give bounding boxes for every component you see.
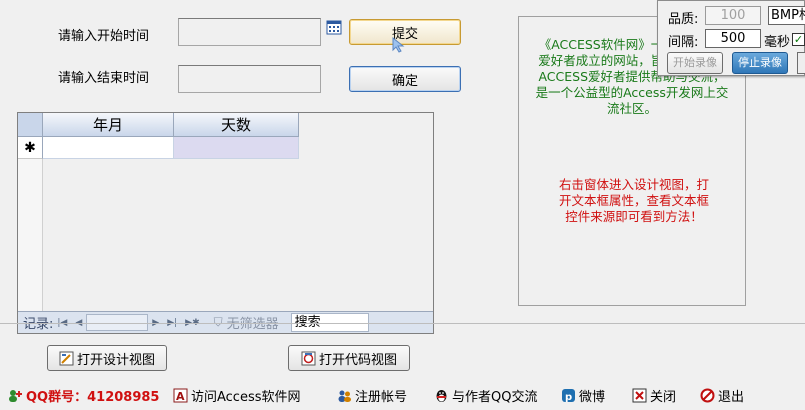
extra-button[interactable] xyxy=(797,52,805,74)
new-row-days-cell[interactable] xyxy=(174,137,299,159)
interval-input[interactable]: 500 xyxy=(705,29,761,48)
confirm-button[interactable]: 确定 xyxy=(349,66,461,92)
info-hint-text: 右击窗体进入设计视图，打开文本框属性，查看文本框控件来源即可看到方法！ xyxy=(559,177,710,224)
open-code-view-button[interactable]: 打开代码视图 xyxy=(288,345,410,371)
open-design-view-button[interactable]: 打开设计视图 xyxy=(47,345,167,371)
datasheet-subform[interactable]: 年月 天数 ✱ 记录: |◀ ◀ ▶ ▶| ▶✱ ⛉ 无筛选器 搜索 xyxy=(17,112,434,334)
close-link[interactable]: 关闭 xyxy=(632,386,676,405)
qq-group-icon xyxy=(8,388,23,403)
mouse-cursor-icon xyxy=(392,36,406,53)
svg-text:A: A xyxy=(176,390,185,403)
column-header-days[interactable]: 天数 xyxy=(174,113,299,137)
weibo-link[interactable]: p 微博 xyxy=(561,386,605,405)
select-all-corner[interactable] xyxy=(18,113,43,137)
exit-icon xyxy=(700,388,715,403)
qq-penguin-icon xyxy=(434,388,449,403)
close-icon xyxy=(632,388,647,403)
svg-text:p: p xyxy=(565,392,572,403)
access-app-icon: A xyxy=(173,388,188,403)
unit-label: 毫秒 xyxy=(764,35,790,50)
stop-recording-button[interactable]: 停止录像 xyxy=(732,52,788,74)
design-view-icon xyxy=(59,351,74,366)
register-link[interactable]: 注册帐号 xyxy=(337,386,407,405)
start-time-input[interactable] xyxy=(178,18,321,46)
quality-input[interactable]: 100 xyxy=(705,6,761,25)
code-view-icon xyxy=(301,351,316,366)
new-record-selector[interactable]: ✱ xyxy=(18,137,43,159)
capture-checkbox[interactable]: ✓ xyxy=(792,32,805,47)
qq-group-link[interactable]: QQ群号：41208985 xyxy=(8,386,159,405)
record-navigation-bar: 记录: |◀ ◀ ▶ ▶| ▶✱ ⛉ 无筛选器 搜索 xyxy=(18,311,433,333)
qq-author-link[interactable]: 与作者QQ交流 xyxy=(434,386,537,405)
start-recording-button[interactable]: 开始录像 xyxy=(667,52,723,74)
separator-line xyxy=(0,323,805,324)
record-selector-column xyxy=(18,159,43,311)
weibo-icon: p xyxy=(561,388,576,403)
format-select[interactable]: BMP格 xyxy=(768,6,805,25)
end-time-label: 请输入结束时间 xyxy=(58,71,150,86)
end-time-input[interactable] xyxy=(178,65,321,93)
users-icon xyxy=(337,388,352,403)
quality-label: 品质: xyxy=(668,12,699,27)
start-time-label: 请输入开始时间 xyxy=(58,29,150,44)
capture-panel: 品质: 100 BMP格 间隔: 500 毫秒 ✓ 开始录像 停止录像 xyxy=(657,0,805,76)
new-row-month-cell[interactable] xyxy=(43,137,174,159)
calendar-icon[interactable] xyxy=(326,19,342,35)
column-header-month[interactable]: 年月 xyxy=(43,113,174,137)
exit-link[interactable]: 退出 xyxy=(700,386,744,405)
interval-label: 间隔: xyxy=(668,35,699,50)
visit-site-link[interactable]: A 访问Access软件网 xyxy=(173,386,301,405)
